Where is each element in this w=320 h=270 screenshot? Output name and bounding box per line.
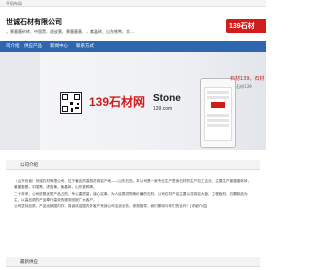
company-keywords: ，景墨墨砂砖、中国黑、虎皮黄、景墨墨基、，紫晶砖、山东铁鸭、文… — [6, 29, 134, 34]
banner-right-subtext: 石材139 — [236, 84, 252, 89]
nav-item-news[interactable]: 新闻中心 — [50, 43, 68, 49]
top-bar-text: 平机布局 — [6, 1, 22, 6]
news-section-header: 最新供应 — [6, 257, 260, 267]
intro-paragraph: （山东世诚）世诚石材有限公司，位于著名的高档花岗岩产地——山东石岛。本公司是一家… — [14, 179, 252, 190]
about-section-title: 公司介绍 — [20, 163, 38, 168]
phone-screen — [204, 87, 232, 141]
phone-mockup — [200, 78, 236, 148]
top-bar: 平机布局 — [0, 0, 266, 7]
company-name[interactable]: 世诚石材有限公司 — [6, 17, 62, 27]
nav-item-about[interactable]: 司介绍 — [6, 43, 20, 49]
banner-right-text: 石材139，石材 — [230, 76, 265, 82]
company-intro: （山东世诚）世诚石材有限公司，位于著名的高档花岗岩产地——山东石岛。本公司是一家… — [14, 178, 254, 209]
main-nav: 司介绍 供应产品 新闻中心 联系方式 — [0, 41, 266, 52]
about-section-header: 公司介绍 — [6, 160, 260, 170]
news-section-title: 最新供应 — [20, 260, 38, 265]
phone-logo-icon — [211, 102, 225, 108]
brand-139-logo: 139石材网 — [89, 95, 146, 109]
nav-item-products[interactable]: 供应产品 — [24, 43, 42, 49]
qr-code-icon — [60, 92, 82, 114]
intro-paragraph: 公司坚持品质，产品远销国内外，真诚欢迎国内外客户来我公司洽谈业务，参观指导。我们… — [14, 204, 208, 209]
brand-stone-domain: 139.com — [153, 106, 173, 112]
nav-item-contact[interactable]: 联系方式 — [76, 43, 94, 49]
brand-stone-logo: Stone — [153, 93, 181, 104]
site-header: 世诚石材有限公司 ，景墨墨砂砖、中国黑、虎皮黄、景墨墨基、，紫晶砖、山东铁鸭、文… — [0, 7, 266, 41]
intro-paragraph: 二十年来，公司依照优质产品占的，专心重质量，诚心实事，为人民提供物美价廉的石材。… — [14, 191, 248, 202]
site-logo[interactable]: 139石材 — [226, 19, 266, 33]
site-logo-text: 139石材 — [229, 23, 255, 30]
